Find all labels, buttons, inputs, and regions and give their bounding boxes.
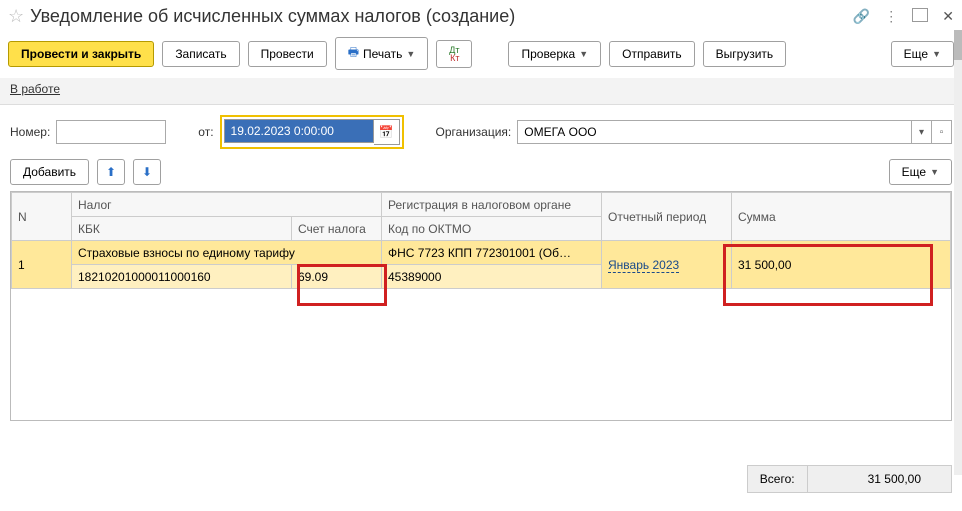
cell-n[interactable]: 1 — [12, 241, 72, 289]
cell-tax[interactable]: Страховые взносы по единому тарифу — [72, 241, 382, 265]
dtkt-icon: ДтКт — [449, 46, 459, 62]
cell-period[interactable]: Январь 2023 — [602, 241, 732, 289]
number-label: Номер: — [10, 125, 50, 139]
table-row[interactable]: 1 Страховые взносы по единому тарифу ФНС… — [12, 241, 951, 265]
calendar-icon: 📅 — [379, 125, 394, 139]
cell-oktmo[interactable]: 45389000 — [382, 265, 602, 289]
totals-bar: Всего: 31 500,00 — [747, 465, 952, 493]
chevron-down-icon: ▼ — [406, 49, 415, 59]
cell-kbk[interactable]: 18210201000011000160 — [72, 265, 292, 289]
date-input[interactable]: 19.02.2023 0:00:00 — [224, 119, 374, 143]
move-up-button[interactable]: ⬆ — [97, 159, 125, 185]
org-label: Организация: — [436, 125, 512, 139]
send-button[interactable]: Отправить — [609, 41, 695, 67]
vertical-scrollbar[interactable] — [954, 30, 962, 475]
favorite-star-icon[interactable]: ☆ — [8, 6, 24, 27]
totals-label: Всего: — [748, 466, 808, 492]
print-label: Печать — [363, 47, 402, 61]
window-title: Уведомление об исчисленных суммах налого… — [30, 6, 853, 27]
col-kbk[interactable]: КБК — [72, 217, 292, 241]
save-button[interactable]: Записать — [162, 41, 239, 67]
totals-value: 31 500,00 — [808, 466, 951, 492]
kebab-menu-icon[interactable]: ⋮ — [884, 8, 898, 25]
close-icon[interactable] — [942, 8, 954, 25]
org-dropdown-button[interactable]: ▾ — [912, 120, 932, 144]
chevron-down-icon: ▼ — [932, 49, 941, 59]
check-button[interactable]: Проверка ▼ — [508, 41, 601, 67]
check-label: Проверка — [521, 47, 575, 61]
organization-input[interactable]: ОМЕГА ООО — [517, 120, 912, 144]
period-link[interactable]: Январь 2023 — [608, 258, 679, 273]
print-button[interactable]: 🖶 Печать ▼ — [335, 37, 429, 70]
printer-icon: 🖶 — [348, 43, 359, 64]
col-n[interactable]: N — [12, 193, 72, 241]
cell-reg[interactable]: ФНС 7723 КПП 772301001 (Об… — [382, 241, 602, 265]
scroll-thumb[interactable] — [954, 30, 962, 60]
move-down-button[interactable]: ⬇ — [133, 159, 161, 185]
col-reg[interactable]: Регистрация в налоговом органе — [382, 193, 602, 217]
from-label: от: — [198, 125, 213, 139]
arrow-up-icon: ⬆ — [106, 165, 116, 179]
maximize-icon[interactable] — [912, 8, 928, 25]
org-open-button[interactable]: ▫ — [932, 120, 952, 144]
export-button[interactable]: Выгрузить — [703, 41, 787, 67]
post-and-close-button[interactable]: Провести и закрыть — [8, 41, 154, 67]
col-acc[interactable]: Счет налога — [292, 217, 382, 241]
calendar-button[interactable]: 📅 — [374, 119, 400, 145]
col-period[interactable]: Отчетный период — [602, 193, 732, 241]
dtkt-button[interactable]: ДтКт — [436, 40, 472, 68]
table-more-button[interactable]: Еще ▼ — [889, 159, 952, 185]
chevron-down-icon: ▼ — [579, 49, 588, 59]
cell-sum[interactable]: 31 500,00 — [732, 241, 951, 289]
table-more-label: Еще — [902, 165, 926, 179]
chevron-down-icon: ▼ — [930, 167, 939, 177]
data-grid[interactable]: N Налог Регистрация в налоговом органе О… — [10, 191, 952, 421]
arrow-down-icon: ⬇ — [142, 165, 152, 179]
cell-acc[interactable]: 69.09 — [292, 265, 382, 289]
col-oktmo[interactable]: Код по ОКТМО — [382, 217, 602, 241]
post-button[interactable]: Провести — [248, 41, 327, 67]
status-link[interactable]: В работе — [10, 82, 60, 96]
add-row-button[interactable]: Добавить — [10, 159, 89, 185]
number-input[interactable] — [56, 120, 166, 144]
col-tax[interactable]: Налог — [72, 193, 382, 217]
attach-icon[interactable]: 🔗 — [853, 8, 870, 25]
more-button[interactable]: Еще ▼ — [891, 41, 954, 67]
col-sum[interactable]: Сумма — [732, 193, 951, 241]
more-label: Еще — [904, 47, 928, 61]
